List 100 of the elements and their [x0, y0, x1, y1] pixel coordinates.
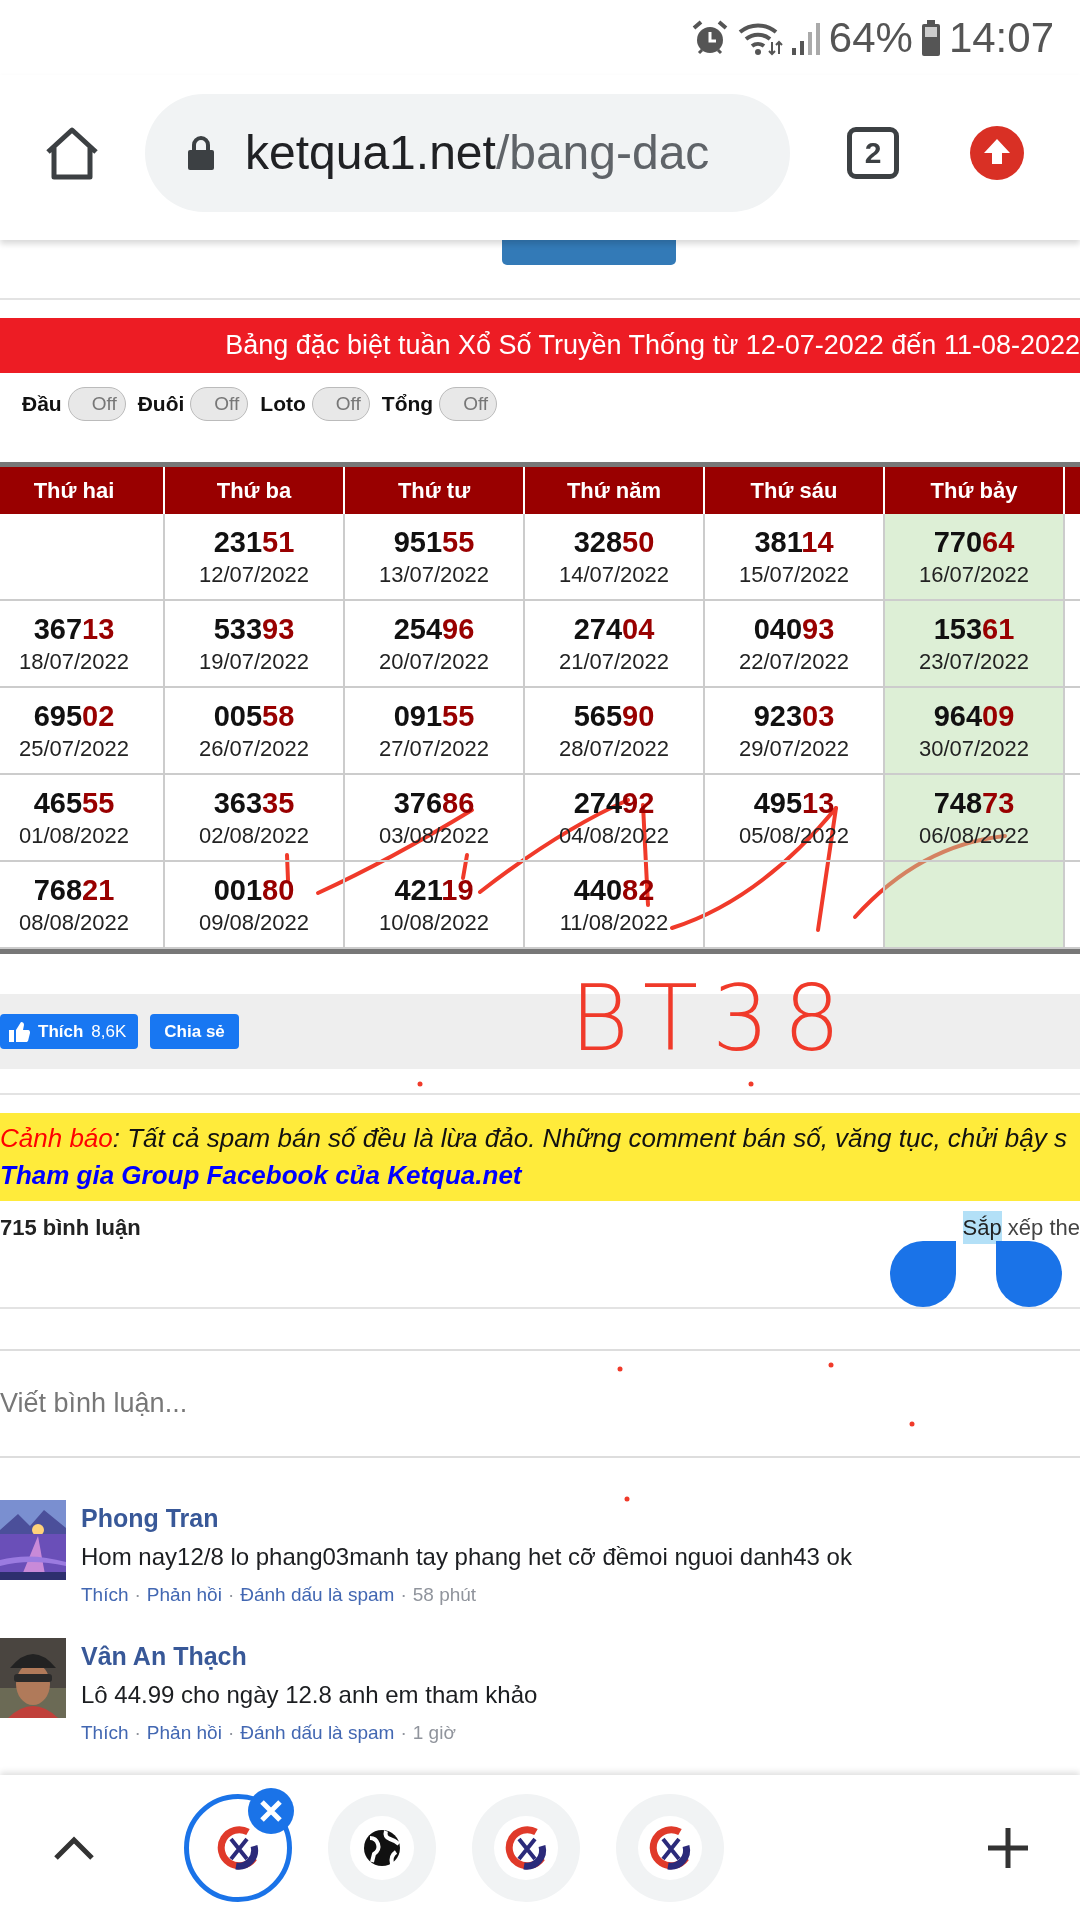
result-date: 13/07/2022 [378, 560, 490, 589]
result-date: 19/07/2022 [198, 647, 310, 676]
separator: · [227, 1722, 235, 1744]
result-date: 11/08/2022 [559, 908, 669, 937]
result-number: 49513 [753, 785, 835, 821]
ink-dot [748, 1081, 754, 1087]
clock-time: 14:07 [948, 16, 1054, 59]
separator: · [134, 1584, 141, 1606]
sort-label[interactable]: Sắp xếp the [962, 1211, 1080, 1245]
commenter-name[interactable]: Phong Tran [81, 1502, 852, 1534]
toggle-switch[interactable]: Off [67, 386, 126, 421]
result-number: 38114 [754, 524, 834, 560]
result-date: 29/07/2022 [738, 734, 850, 763]
result-number: 53393 [213, 611, 295, 647]
url-text: ketqua1.net/bang-dac [245, 125, 710, 180]
ink-dot [828, 1362, 834, 1368]
like-button[interactable]: Thích 8,6K [0, 1014, 139, 1049]
toggle-switch[interactable]: Off [439, 386, 498, 421]
result-date: 08/08/2022 [18, 908, 130, 937]
result-number: 23151 [213, 524, 295, 560]
separator: · [400, 1584, 407, 1606]
share-button[interactable]: Chia sẻ [150, 1014, 239, 1049]
comment-action-link[interactable]: Thích [81, 1584, 129, 1606]
result-date: 16/07/2022 [918, 560, 1030, 589]
result-number: 04093 [753, 611, 835, 647]
thumbs-up-icon [8, 1020, 30, 1043]
separator: · [400, 1722, 407, 1744]
result-date: 22/07/2022 [738, 647, 850, 676]
comment-time: 1 giờ [412, 1722, 456, 1744]
column-header: Thứ bảy [885, 467, 1065, 514]
ink-stroke [285, 853, 290, 882]
result-number: 32850 [573, 524, 655, 560]
facebook-group-link[interactable]: Tham gia Group Facebook của Ketqua.net [0, 1157, 522, 1193]
result-number: 27492 [573, 785, 655, 821]
toggle-label: Đầu [22, 391, 62, 416]
result-number: 69502 [33, 698, 115, 734]
comment-action-link[interactable]: Thích [81, 1722, 129, 1744]
comment-count: 715 bình luận [0, 1215, 141, 1241]
result-date: 25/07/2022 [18, 734, 130, 763]
handwritten-note: BT38 [570, 966, 855, 1071]
result-date: 01/08/2022 [18, 821, 130, 850]
result-number: 42119 [394, 872, 474, 908]
separator: · [134, 1722, 141, 1744]
column-header: Thứ ba [165, 467, 345, 514]
result-date: 20/07/2022 [378, 647, 490, 676]
result-date: 23/07/2022 [918, 647, 1030, 676]
selection-handle[interactable] [890, 1241, 956, 1307]
comment-action-link[interactable]: Phản hồi [146, 1584, 222, 1606]
result-number: 09155 [393, 698, 475, 734]
ink-dot [417, 1081, 423, 1087]
globe-icon [362, 1827, 402, 1868]
comment-action-link[interactable]: Đánh dấu là spam [240, 1722, 395, 1744]
result-number: 36335 [213, 785, 295, 821]
home-icon[interactable] [44, 125, 100, 180]
column-header: Thứ tư [345, 467, 525, 514]
result-date: 15/07/2022 [738, 560, 850, 589]
toggle-switch[interactable]: Off [190, 386, 249, 421]
comment-text: Lô 44.99 cho ngày 12.8 anh em tham khảo [81, 1680, 538, 1710]
result-number: 92303 [753, 698, 835, 734]
comment-text: Hom nay12/8 lo phang03manh tay phang het cỡ đềmoi nguoi danh43 ok [81, 1542, 852, 1572]
commenter-name[interactable]: Vân An Thạch [81, 1640, 538, 1672]
table-title-banner: Bảng đặc biệt tuần Xổ Số Truyền Thống từ 12-07-2022 đến 11-08-2022 [0, 318, 1080, 373]
ink-dot [624, 1496, 630, 1502]
column-header: Thứ năm [525, 467, 705, 514]
toggle-label: Loto [260, 391, 306, 416]
result-number: 76821 [33, 872, 115, 908]
address-bar[interactable]: ketqua1.net/bang-dac [145, 93, 790, 212]
result-number: 96409 [933, 698, 1015, 734]
result-number: 37686 [393, 785, 475, 821]
column-header: Thứ sáu [705, 467, 885, 514]
column-header: Thứ hai [0, 467, 165, 514]
result-date: 27/07/2022 [378, 734, 490, 763]
comment-input[interactable]: Viết bình luận... [0, 1388, 1080, 1419]
comment-action-link[interactable]: Phản hồi [146, 1722, 222, 1744]
battery-icon [920, 18, 941, 57]
new-tab-icon[interactable] [986, 1825, 1030, 1870]
result-number: 36713 [33, 611, 115, 647]
result-date: 21/07/2022 [558, 647, 670, 676]
result-date: 09/08/2022 [198, 908, 310, 937]
tab-count-button[interactable]: 2 [847, 126, 899, 179]
separator: · [227, 1584, 235, 1606]
selection-handle[interactable] [996, 1241, 1062, 1307]
result-date: 30/07/2022 [918, 734, 1030, 763]
result-date: 06/08/2022 [918, 821, 1030, 850]
result-number: 77064 [933, 524, 1015, 560]
comment-action-link[interactable]: Đánh dấu là spam [240, 1584, 395, 1606]
ink-dot [617, 1366, 623, 1372]
result-number: 27404 [573, 611, 655, 647]
comment-time: 58 phút [412, 1584, 477, 1606]
warning-text: Cảnh báo: Tất cả spam bán số đều là lừa đảo. Những comment bán số, văng tục, chửi bậy s [0, 1122, 1068, 1155]
result-date: 26/07/2022 [198, 734, 310, 763]
result-date: 02/08/2022 [198, 821, 310, 850]
upload-icon[interactable] [969, 124, 1025, 181]
result-number: 00558 [213, 698, 295, 734]
lock-icon [187, 134, 215, 171]
close-icon[interactable] [247, 1786, 295, 1835]
result-number: 95155 [393, 524, 475, 560]
result-date: 18/07/2022 [18, 647, 130, 676]
result-number: 74873 [933, 785, 1015, 821]
toggle-switch[interactable]: Off [311, 386, 370, 421]
